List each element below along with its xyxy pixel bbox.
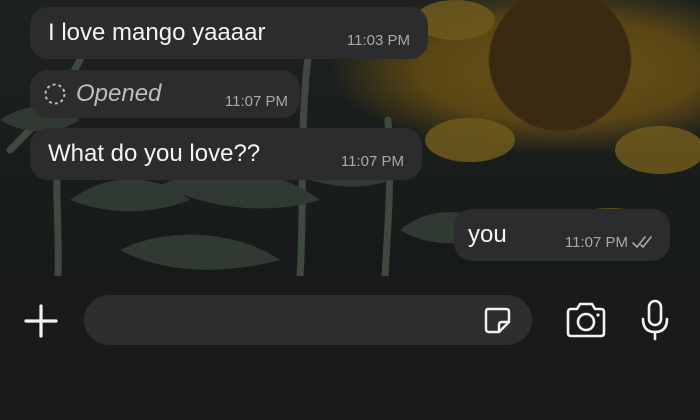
received-message-bubble[interactable]: What do you love?? 11:07 PM <box>30 128 422 180</box>
double-check-icon <box>632 234 656 250</box>
sticker-icon[interactable] <box>482 305 512 335</box>
plus-icon[interactable] <box>22 302 60 340</box>
message-time: 11:07 PM <box>340 152 404 170</box>
opened-status-label: Opened <box>76 80 162 107</box>
chat-area: I love mango yaaaar 11:03 PM Opened 11:0… <box>0 0 700 276</box>
message-composer <box>0 276 700 420</box>
message-input[interactable] <box>84 295 532 345</box>
sent-message-bubble[interactable]: you 11:07 PM <box>454 209 670 261</box>
microphone-icon[interactable] <box>640 298 670 342</box>
received-message-bubble[interactable]: I love mango yaaaar 11:03 PM <box>30 7 428 59</box>
message-text: What do you love?? <box>48 140 261 167</box>
message-text: I love mango yaaaar <box>48 19 266 46</box>
camera-icon[interactable] <box>564 301 608 339</box>
opened-status-bubble: Opened 11:07 PM <box>30 70 300 118</box>
message-time: 11:03 PM <box>346 31 410 49</box>
message-text: you <box>468 221 507 248</box>
message-time: 11:07 PM <box>224 92 288 110</box>
message-time: 11:07 PM <box>564 233 628 251</box>
opened-status-icon <box>42 81 68 107</box>
